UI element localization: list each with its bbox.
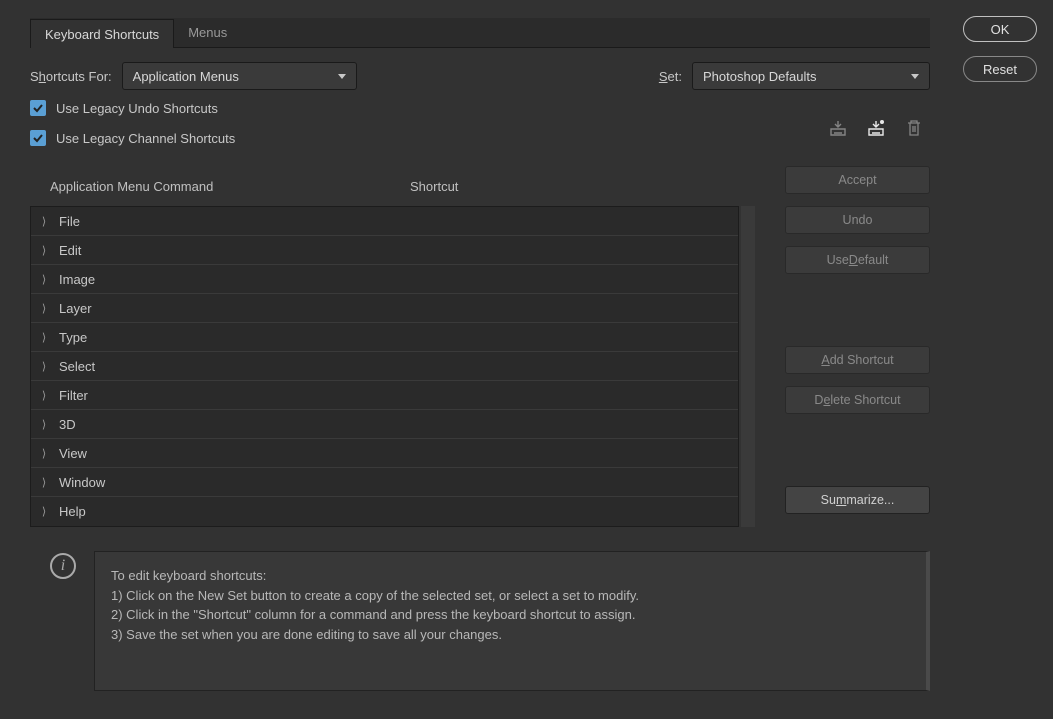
chevron-right-icon: ⟩ (39, 302, 49, 315)
tree-header: Application Menu Command Shortcut (30, 166, 755, 206)
column-shortcut: Shortcut (410, 179, 755, 194)
tree-row[interactable]: ⟩Filter (31, 381, 738, 410)
info-icon: i (50, 553, 76, 579)
delete-shortcut-button[interactable]: Delete Shortcut (785, 386, 930, 414)
tree-row[interactable]: ⟩Select (31, 352, 738, 381)
save-set-icon[interactable] (828, 118, 848, 138)
undo-button[interactable]: Undo (785, 206, 930, 234)
chevron-right-icon: ⟩ (39, 389, 49, 402)
tree-row[interactable]: ⟩Layer (31, 294, 738, 323)
tab-keyboard-shortcuts[interactable]: Keyboard Shortcuts (30, 19, 174, 48)
set-label: Set: (659, 69, 682, 84)
chevron-right-icon: ⟩ (39, 476, 49, 489)
chevron-right-icon: ⟩ (39, 505, 49, 518)
delete-set-icon[interactable] (904, 118, 924, 138)
chevron-right-icon: ⟩ (39, 244, 49, 257)
tree-row[interactable]: ⟩3D (31, 410, 738, 439)
tree-row[interactable]: ⟩View (31, 439, 738, 468)
tree-row[interactable]: ⟩Window (31, 468, 738, 497)
new-set-icon[interactable] (866, 118, 886, 138)
legacy-channel-label: Use Legacy Channel Shortcuts (56, 131, 235, 146)
shortcuts-for-dropdown[interactable]: Application Menus (122, 62, 357, 90)
ok-button[interactable]: OK (963, 16, 1037, 42)
reset-button[interactable]: Reset (963, 56, 1037, 82)
column-command: Application Menu Command (50, 179, 410, 194)
tree-row[interactable]: ⟩Image (31, 265, 738, 294)
tree-row[interactable]: ⟩Help (31, 497, 738, 526)
command-tree[interactable]: ⟩File ⟩Edit ⟩Image ⟩Layer ⟩Type ⟩Select … (30, 206, 739, 527)
add-shortcut-button[interactable]: Add Shortcut (785, 346, 930, 374)
legacy-channel-checkbox[interactable] (30, 130, 46, 146)
tab-menus[interactable]: Menus (174, 18, 241, 47)
chevron-right-icon: ⟩ (39, 215, 49, 228)
summarize-button[interactable]: Summarize... (785, 486, 930, 514)
info-panel: To edit keyboard shortcuts: 1) Click on … (94, 551, 930, 691)
use-default-button[interactable]: Use Default (785, 246, 930, 274)
tree-row[interactable]: ⟩Type (31, 323, 738, 352)
legacy-undo-checkbox[interactable] (30, 100, 46, 116)
chevron-right-icon: ⟩ (39, 418, 49, 431)
tree-row[interactable]: ⟩Edit (31, 236, 738, 265)
accept-button[interactable]: Accept (785, 166, 930, 194)
tab-bar: Keyboard Shortcuts Menus (30, 18, 930, 48)
set-dropdown[interactable]: Photoshop Defaults (692, 62, 930, 90)
chevron-right-icon: ⟩ (39, 360, 49, 373)
chevron-right-icon: ⟩ (39, 331, 49, 344)
tree-scrollbar[interactable] (741, 206, 755, 527)
legacy-undo-label: Use Legacy Undo Shortcuts (56, 101, 218, 116)
chevron-right-icon: ⟩ (39, 273, 49, 286)
chevron-right-icon: ⟩ (39, 447, 49, 460)
shortcuts-for-label: Shortcuts For: (30, 69, 112, 84)
tree-row[interactable]: ⟩File (31, 207, 738, 236)
